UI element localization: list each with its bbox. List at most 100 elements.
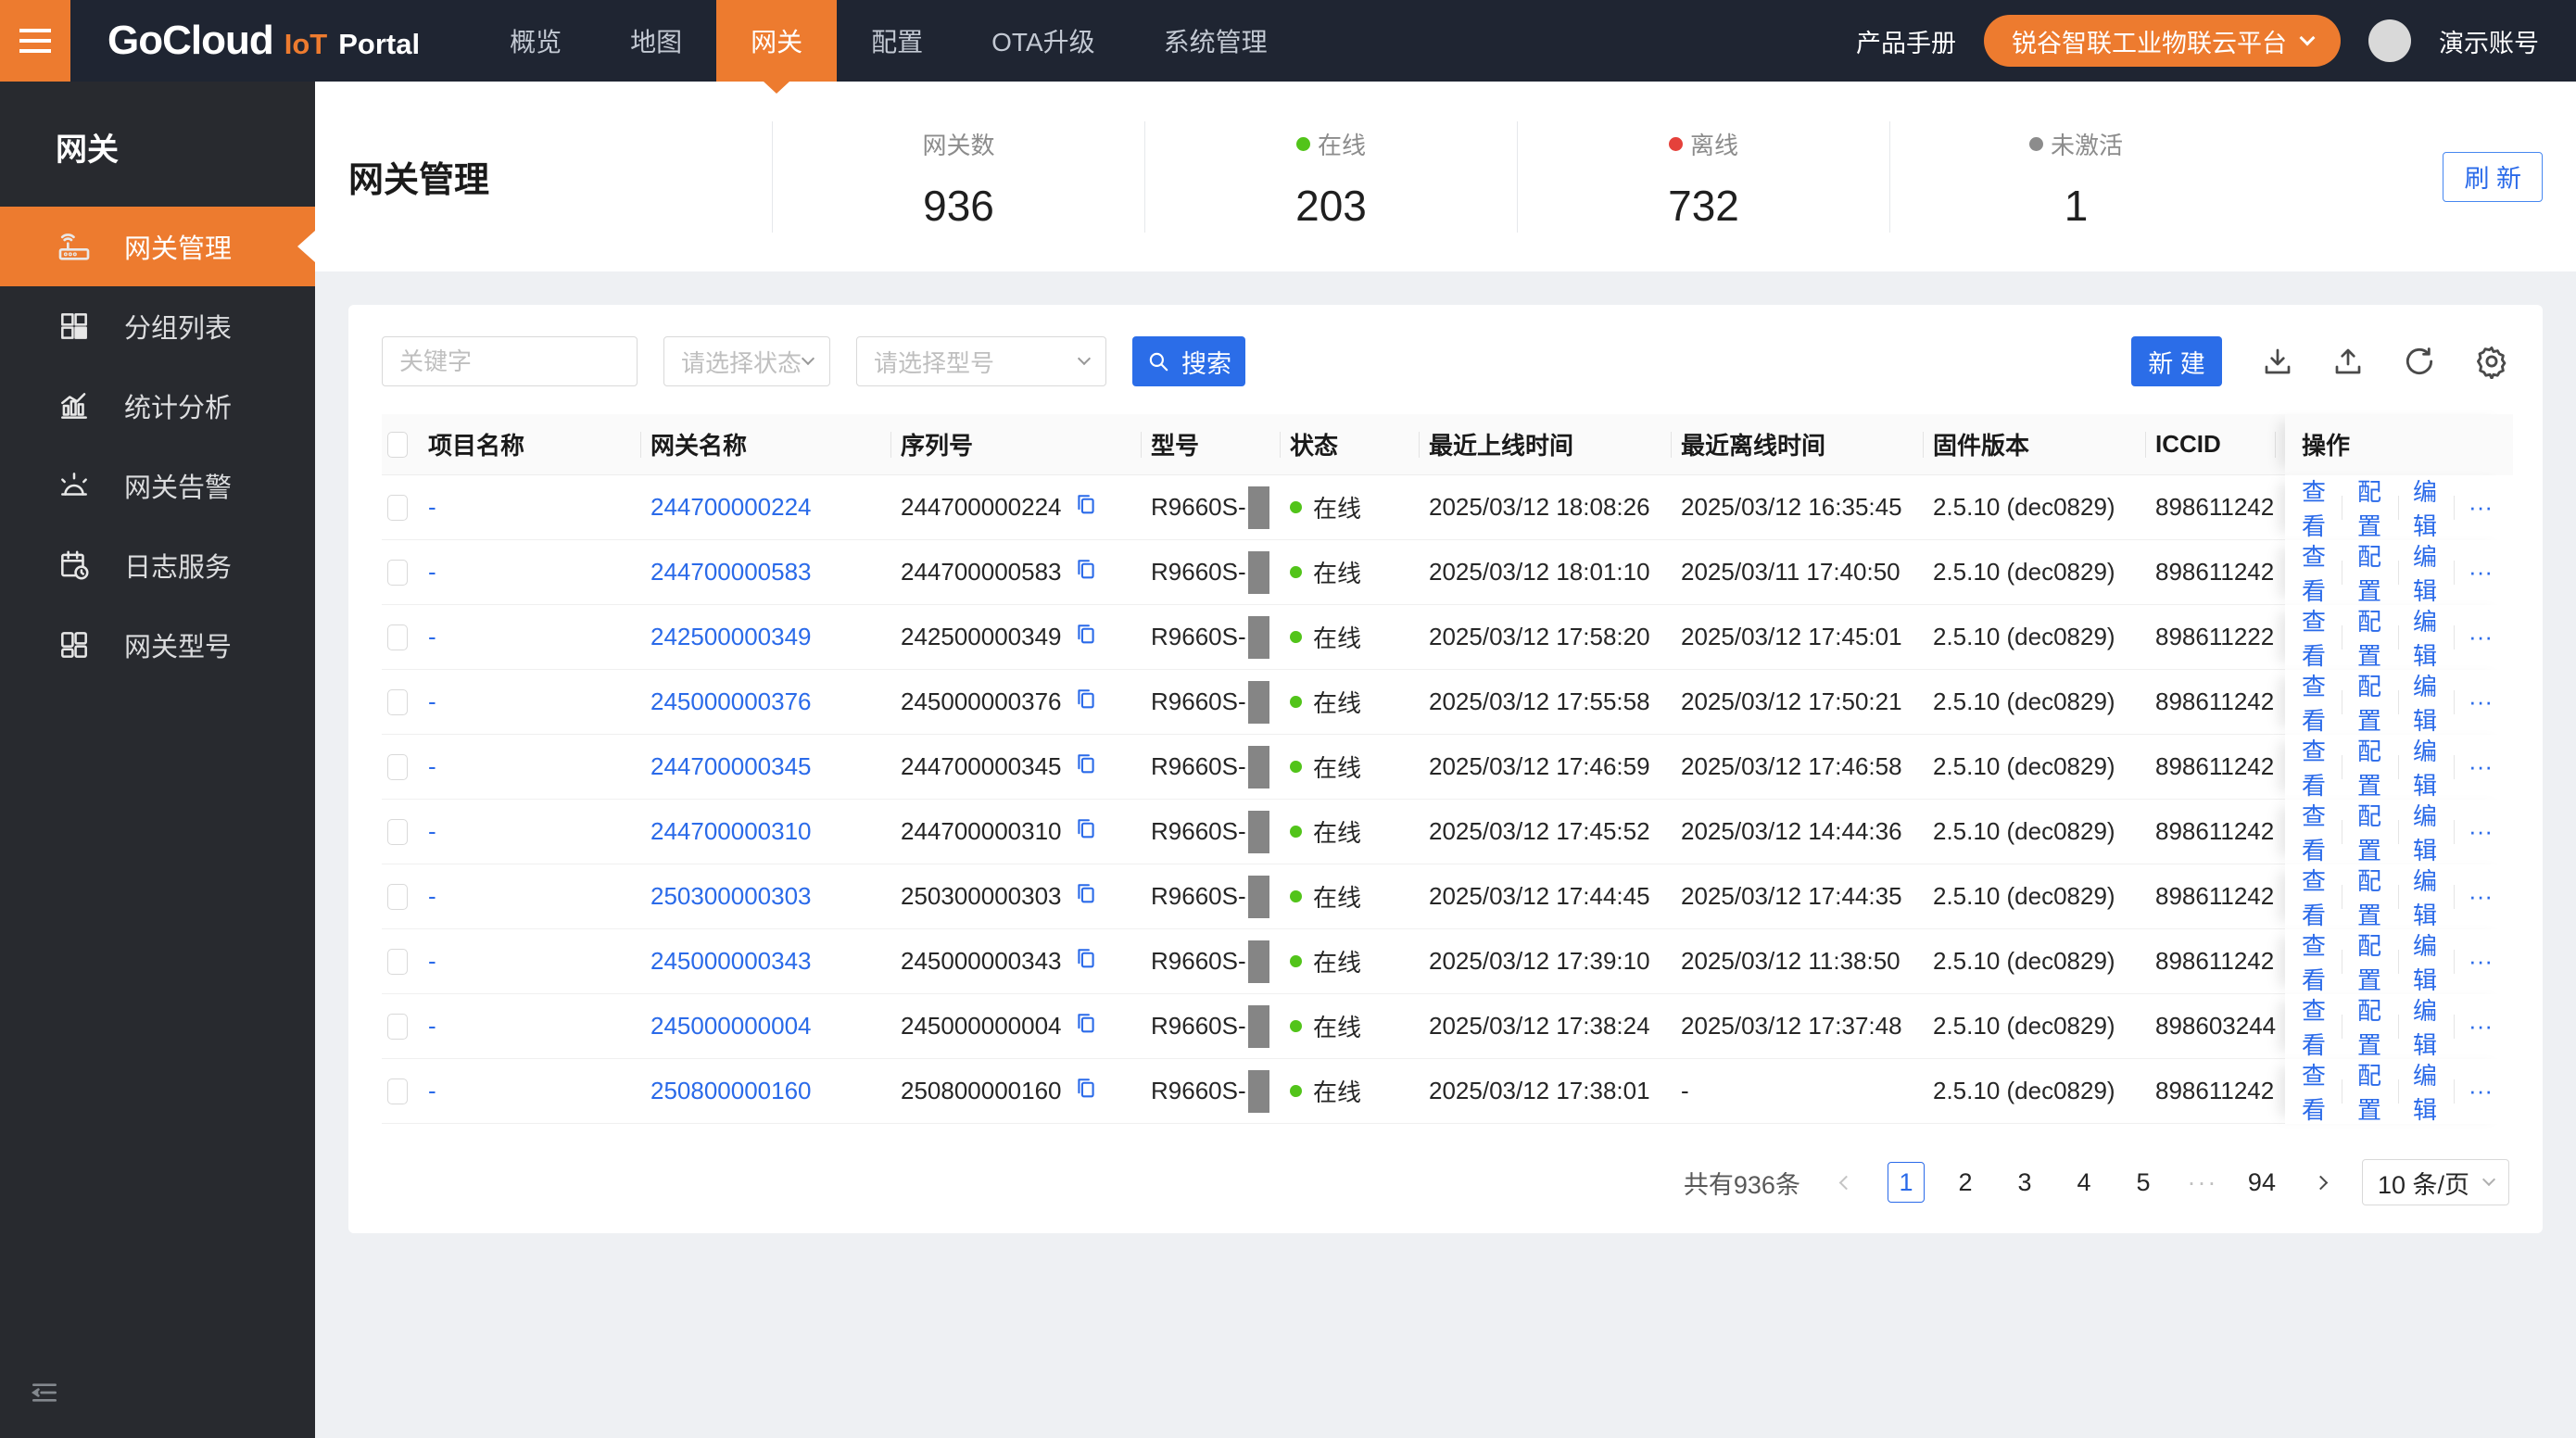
- gateway-name-link[interactable]: 244700000310: [650, 817, 812, 846]
- next-page-button[interactable]: [2303, 1162, 2340, 1203]
- nav-item-gateway[interactable]: 网关: [716, 0, 838, 82]
- action-link[interactable]: 编辑: [2413, 798, 2438, 866]
- action-link[interactable]: 配置: [2357, 538, 2382, 607]
- action-link[interactable]: 编辑: [2413, 733, 2438, 801]
- page-button-94[interactable]: 94: [2243, 1162, 2280, 1203]
- sidebar-item-gateway-management[interactable]: 网关管理: [0, 207, 315, 286]
- model-select[interactable]: 请选择型号: [856, 336, 1106, 386]
- action-link[interactable]: 查看: [2302, 992, 2327, 1061]
- sidebar-item-gateway-alarm[interactable]: 网关告警: [0, 446, 315, 525]
- nav-item-map[interactable]: 地图: [596, 0, 716, 82]
- more-actions-button[interactable]: ···: [2469, 752, 2493, 781]
- account-name[interactable]: 演示账号: [2439, 23, 2539, 59]
- collapse-sidebar-button[interactable]: [26, 1374, 63, 1416]
- action-link[interactable]: 编辑: [2413, 603, 2438, 672]
- refresh-icon[interactable]: [2402, 344, 2437, 379]
- column-settings-gear-icon[interactable]: [2474, 344, 2509, 379]
- action-link[interactable]: 查看: [2302, 603, 2327, 672]
- avatar[interactable]: [2368, 19, 2411, 62]
- action-link[interactable]: 配置: [2357, 473, 2382, 542]
- copy-icon[interactable]: [1073, 815, 1099, 848]
- nav-item-ota[interactable]: OTA升级: [957, 0, 1129, 82]
- action-link[interactable]: 编辑: [2413, 538, 2438, 607]
- gateway-name-link[interactable]: 245000000343: [650, 947, 812, 976]
- action-link[interactable]: 编辑: [2413, 863, 2438, 931]
- more-actions-button[interactable]: ···: [2469, 558, 2493, 587]
- hamburger-menu-button[interactable]: [0, 0, 70, 82]
- import-download-icon[interactable]: [2261, 345, 2294, 378]
- row-checkbox[interactable]: [387, 883, 408, 910]
- more-actions-button[interactable]: ···: [2469, 882, 2493, 911]
- copy-icon[interactable]: [1073, 751, 1099, 783]
- action-link[interactable]: 配置: [2357, 863, 2382, 931]
- row-checkbox[interactable]: [387, 624, 408, 650]
- status-select[interactable]: 请选择状态: [663, 336, 830, 386]
- project-name-link[interactable]: -: [428, 817, 436, 846]
- action-link[interactable]: 配置: [2357, 668, 2382, 737]
- more-actions-button[interactable]: ···: [2469, 1077, 2493, 1105]
- row-checkbox[interactable]: [387, 494, 408, 521]
- product-manual-link[interactable]: 产品手册: [1856, 23, 1956, 59]
- row-checkbox[interactable]: [387, 1013, 408, 1040]
- action-link[interactable]: 编辑: [2413, 992, 2438, 1061]
- copy-icon[interactable]: [1073, 621, 1099, 653]
- export-upload-icon[interactable]: [2331, 345, 2365, 378]
- copy-icon[interactable]: [1073, 686, 1099, 718]
- copy-icon[interactable]: [1073, 491, 1099, 523]
- project-name-link[interactable]: -: [428, 752, 436, 781]
- gateway-name-link[interactable]: 245000000004: [650, 1012, 812, 1041]
- action-link[interactable]: 编辑: [2413, 927, 2438, 996]
- action-link[interactable]: 编辑: [2413, 473, 2438, 542]
- row-checkbox[interactable]: [387, 753, 408, 780]
- copy-icon[interactable]: [1073, 1010, 1099, 1042]
- action-link[interactable]: 编辑: [2413, 668, 2438, 737]
- action-link[interactable]: 查看: [2302, 1057, 2327, 1126]
- row-checkbox[interactable]: [387, 559, 408, 586]
- row-checkbox[interactable]: [387, 1078, 408, 1104]
- action-link[interactable]: 配置: [2357, 733, 2382, 801]
- action-link[interactable]: 查看: [2302, 863, 2327, 931]
- nav-item-config[interactable]: 配置: [837, 0, 957, 82]
- action-link[interactable]: 配置: [2357, 927, 2382, 996]
- prev-page-button[interactable]: [1828, 1162, 1865, 1203]
- more-actions-button[interactable]: ···: [2469, 493, 2493, 522]
- gateway-name-link[interactable]: 245000000376: [650, 687, 812, 716]
- action-link[interactable]: 配置: [2357, 603, 2382, 672]
- sidebar-item-group-list[interactable]: 分组列表: [0, 286, 315, 366]
- copy-icon[interactable]: [1073, 1075, 1099, 1107]
- page-button-1[interactable]: 1: [1887, 1162, 1925, 1203]
- action-link[interactable]: 配置: [2357, 992, 2382, 1061]
- action-link[interactable]: 查看: [2302, 473, 2327, 542]
- select-all-checkbox[interactable]: [387, 431, 408, 458]
- gateway-name-link[interactable]: 242500000349: [650, 623, 812, 651]
- row-checkbox[interactable]: [387, 688, 408, 715]
- page-button-2[interactable]: 2: [1947, 1162, 1984, 1203]
- gateway-name-link[interactable]: 250800000160: [650, 1077, 812, 1105]
- nav-item-overview[interactable]: 概览: [475, 0, 596, 82]
- project-name-link[interactable]: -: [428, 558, 436, 587]
- gateway-name-link[interactable]: 250300000303: [650, 882, 812, 911]
- action-link[interactable]: 配置: [2357, 1057, 2382, 1126]
- sidebar-item-statistics[interactable]: 统计分析: [0, 366, 315, 446]
- create-button[interactable]: 新 建: [2131, 336, 2222, 386]
- copy-icon[interactable]: [1073, 945, 1099, 978]
- gateway-name-link[interactable]: 244700000583: [650, 558, 812, 587]
- project-name-link[interactable]: -: [428, 1012, 436, 1041]
- action-link[interactable]: 查看: [2302, 668, 2327, 737]
- more-actions-button[interactable]: ···: [2469, 817, 2493, 846]
- copy-icon[interactable]: [1073, 556, 1099, 588]
- refresh-button[interactable]: 刷 新: [2443, 151, 2543, 202]
- more-actions-button[interactable]: ···: [2469, 623, 2493, 651]
- action-link[interactable]: 编辑: [2413, 1057, 2438, 1126]
- search-button[interactable]: 搜索: [1132, 336, 1245, 386]
- sidebar-item-log-service[interactable]: 日志服务: [0, 525, 315, 605]
- sidebar-item-gateway-model[interactable]: 网关型号: [0, 605, 315, 685]
- project-name-link[interactable]: -: [428, 623, 436, 651]
- row-checkbox[interactable]: [387, 948, 408, 975]
- project-name-link[interactable]: -: [428, 687, 436, 716]
- page-button-5[interactable]: 5: [2125, 1162, 2162, 1203]
- page-button-3[interactable]: 3: [2006, 1162, 2043, 1203]
- gateway-name-link[interactable]: 244700000345: [650, 752, 812, 781]
- project-name-link[interactable]: -: [428, 493, 436, 522]
- action-link[interactable]: 查看: [2302, 798, 2327, 866]
